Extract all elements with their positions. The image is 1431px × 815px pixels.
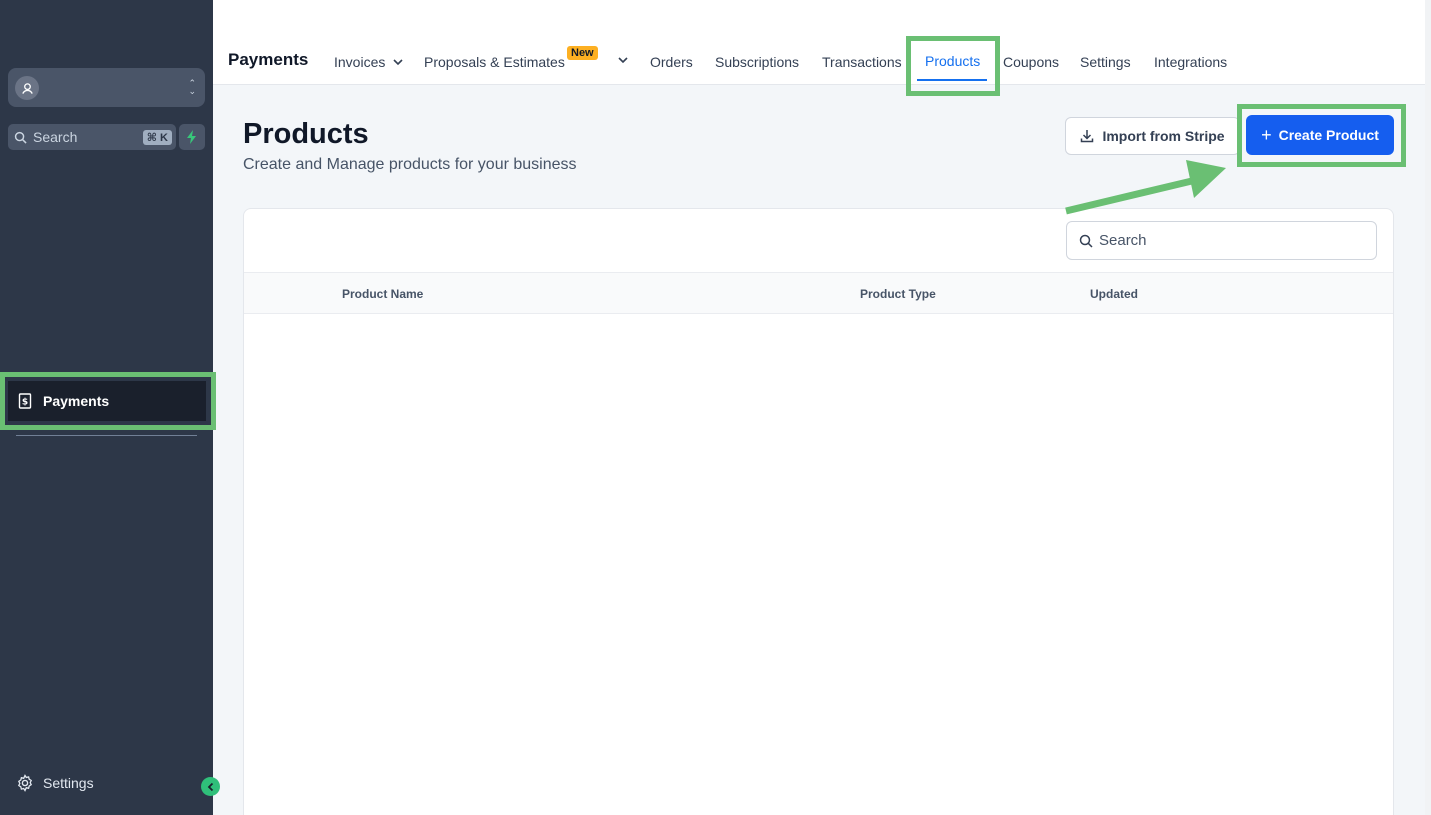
table-search-placeholder: Search — [1099, 232, 1147, 249]
collapse-sidebar-button[interactable] — [201, 777, 220, 796]
new-badge: New — [567, 46, 598, 60]
app-title: Payments — [228, 50, 309, 69]
chevron-down-icon — [393, 58, 403, 65]
search-icon — [1079, 234, 1093, 248]
tab-label: Settings — [1080, 54, 1131, 70]
account-switcher[interactable]: ⌃ ⌄ — [8, 68, 205, 107]
invoice-dollar-icon: $ — [18, 393, 32, 409]
sidebar-item-label: Settings — [43, 775, 94, 791]
chevron-updown-icon: ⌃ ⌄ — [188, 78, 196, 96]
tab-invoices[interactable]: Invoices — [334, 54, 403, 70]
tab-proposals-estimates[interactable]: Proposals & Estimates — [424, 54, 565, 70]
table-header: Product Name Product Type Updated — [244, 272, 1393, 314]
sidebar: ⌃ ⌄ Search ⌘ K $ Payments Settings — [0, 0, 216, 815]
download-icon — [1081, 130, 1094, 143]
tab-label: Integrations — [1154, 54, 1228, 70]
tab-label: Subscriptions — [715, 54, 800, 70]
column-header-product-name[interactable]: Product Name — [342, 287, 423, 301]
create-button-label: Create Product — [1278, 127, 1379, 143]
tab-label: Coupons — [1003, 54, 1060, 70]
top-navigation: Payments Invoices Proposals & Estimates … — [213, 0, 1425, 85]
chevron-left-icon — [207, 782, 213, 791]
sidebar-divider — [16, 435, 197, 436]
page-subtitle: Create and Manage products for your busi… — [243, 156, 577, 173]
tab-integrations[interactable]: Integrations — [1154, 54, 1227, 70]
location-user-icon — [21, 82, 33, 94]
tab-orders[interactable]: Orders — [650, 54, 693, 70]
gear-icon — [17, 774, 33, 792]
table-search-input[interactable]: Search — [1066, 221, 1377, 260]
lightning-icon — [187, 130, 196, 144]
sidebar-search[interactable]: Search ⌘ K — [8, 124, 176, 150]
quick-actions-button[interactable] — [179, 124, 205, 150]
create-product-button[interactable]: + Create Product — [1246, 115, 1394, 155]
svg-text:$: $ — [22, 398, 28, 408]
search-icon — [14, 131, 27, 144]
shortcut-badge: ⌘ K — [142, 129, 172, 145]
highlight-box-products-tab — [906, 36, 1000, 96]
sidebar-item-settings[interactable]: Settings — [16, 774, 94, 792]
column-header-updated[interactable]: Updated — [1090, 287, 1138, 301]
import-from-stripe-button[interactable]: Import from Stripe — [1065, 117, 1240, 155]
account-avatar — [15, 76, 39, 100]
column-header-product-type[interactable]: Product Type — [860, 287, 936, 301]
sidebar-item-payments[interactable]: $ Payments — [8, 381, 206, 421]
tab-label: Invoices — [334, 54, 386, 70]
page-title: Products — [243, 118, 369, 150]
products-table-card: Search Product Name Product Type Updated — [243, 208, 1394, 815]
chevron-down-icon[interactable] — [618, 57, 628, 64]
tab-settings[interactable]: Settings — [1080, 54, 1131, 70]
scrollbar[interactable] — [1425, 0, 1431, 815]
import-button-label: Import from Stripe — [1102, 128, 1225, 144]
sidebar-item-label: Payments — [43, 393, 110, 409]
sidebar-search-placeholder: Search — [33, 129, 78, 145]
tab-transactions[interactable]: Transactions — [822, 54, 902, 70]
tab-label: Orders — [650, 54, 693, 70]
tab-coupons[interactable]: Coupons — [1003, 54, 1059, 70]
tab-label: Transactions — [822, 54, 902, 70]
plus-icon: + — [1261, 125, 1272, 145]
tab-subscriptions[interactable]: Subscriptions — [715, 54, 799, 70]
tab-label: Proposals & Estimates — [424, 54, 565, 70]
